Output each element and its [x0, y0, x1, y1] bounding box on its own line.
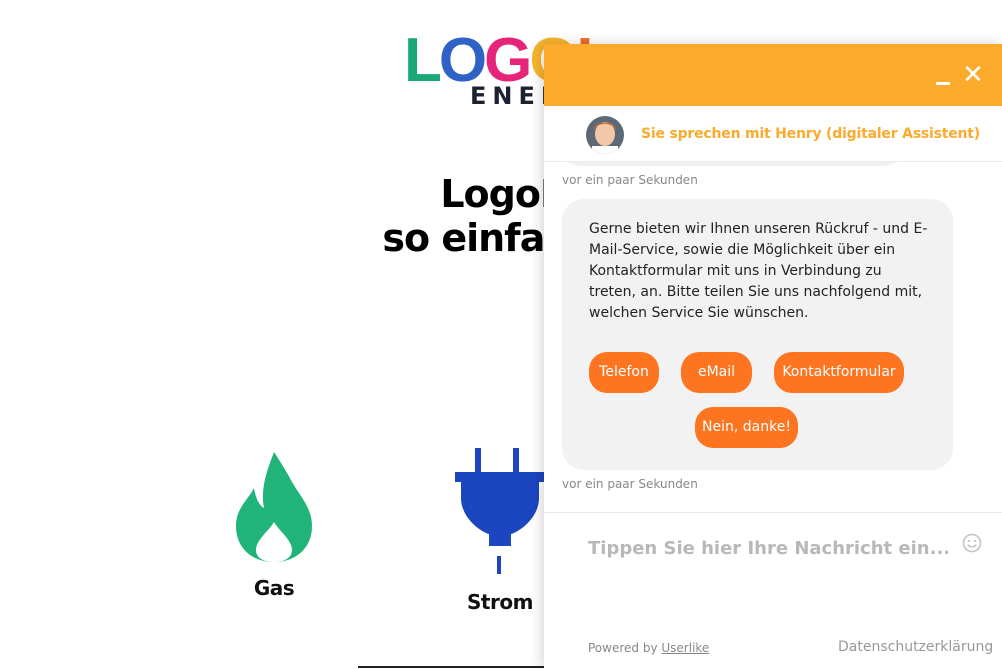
- privacy-link[interactable]: Datenschutzerklärung: [838, 639, 993, 655]
- agent-avatar-icon: [586, 116, 624, 154]
- previous-message-bubble: [562, 162, 902, 166]
- quick-reply-nein-danke[interactable]: Nein, danke!: [695, 407, 798, 448]
- quick-reply-kontaktformular[interactable]: Kontaktformular: [774, 352, 904, 393]
- message-text: Gerne bieten wir Ihnen unseren Rückruf -…: [589, 221, 928, 321]
- emoji-icon[interactable]: [962, 533, 982, 553]
- message-timestamp: vor ein paar Sekunden: [562, 477, 698, 491]
- plug-icon: [455, 448, 545, 574]
- logo-letter: L: [404, 26, 442, 95]
- chat-header: ✕: [544, 44, 1002, 106]
- powered-by: Powered by Userlike: [588, 641, 709, 655]
- quick-reply-telefon[interactable]: Telefon: [589, 352, 659, 393]
- product-label-strom: Strom: [467, 590, 533, 614]
- avatar: [586, 116, 624, 154]
- message-input[interactable]: [588, 533, 948, 563]
- message-timestamp: vor ein paar Sekunden: [562, 173, 698, 187]
- chat-widget: ✕ Sie sprechen mit Henry (digitaler Assi…: [544, 44, 1002, 669]
- minimize-icon[interactable]: [930, 62, 956, 88]
- agent-bar: Sie sprechen mit Henry (digitaler Assist…: [544, 106, 1002, 162]
- product-gas[interactable]: Gas: [214, 448, 334, 600]
- close-icon[interactable]: ✕: [960, 62, 986, 88]
- quick-reply-email[interactable]: eMail: [681, 352, 752, 393]
- userlike-link[interactable]: Userlike: [661, 641, 709, 655]
- product-strom[interactable]: Strom: [440, 448, 560, 614]
- flame-icon: [236, 452, 312, 562]
- divider: [358, 666, 558, 668]
- message-list: vor ein paar Sekunden Gerne bieten wir I…: [544, 162, 1002, 512]
- powered-by-prefix: Powered by: [588, 641, 658, 655]
- agent-label: Sie sprechen mit Henry (digitaler Assist…: [641, 126, 980, 142]
- product-label-gas: Gas: [253, 576, 295, 600]
- chat-composer: Powered by Userlike Datenschutzerklärung: [544, 512, 1002, 669]
- message-bubble: Gerne bieten wir Ihnen unseren Rückruf -…: [562, 199, 953, 470]
